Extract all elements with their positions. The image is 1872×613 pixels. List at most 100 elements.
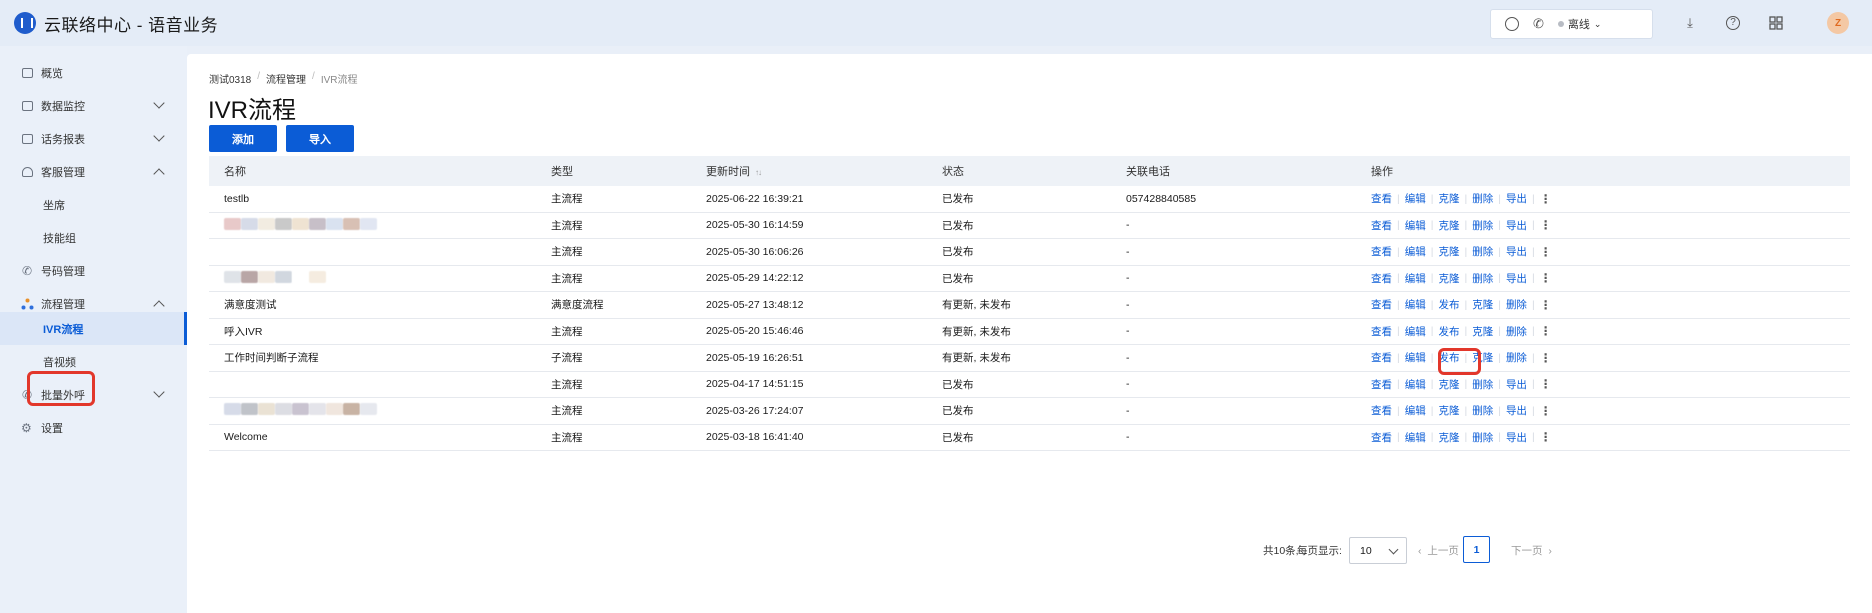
action-link[interactable]: 克隆 <box>1438 244 1459 259</box>
sidebar-item-agents[interactable]: 坐席 <box>0 188 187 221</box>
action-link[interactable]: 编辑 <box>1405 191 1426 206</box>
app-logo[interactable]: 云联络中心 - 语音业务 <box>14 11 218 36</box>
chevron-up-icon <box>153 300 165 312</box>
flow-status: 已发布 <box>942 405 974 418</box>
sidebar-item-skill-groups[interactable]: 技能组 <box>0 221 187 254</box>
action-link[interactable]: 查看 <box>1371 244 1392 259</box>
action-link[interactable]: 编辑 <box>1405 324 1426 339</box>
action-link[interactable]: 删除 <box>1506 324 1527 339</box>
action-link[interactable]: 编辑 <box>1405 297 1426 312</box>
page-number-current[interactable]: 1 <box>1463 536 1490 563</box>
action-link[interactable]: 删除 <box>1506 350 1527 365</box>
action-link[interactable]: 删除 <box>1472 377 1493 392</box>
action-link[interactable]: 克隆 <box>1438 403 1459 418</box>
download-icon[interactable]: ⤓ <box>1683 16 1697 30</box>
sidebar-item-call-reports[interactable]: 话务报表 <box>0 122 187 155</box>
redacted-name-block <box>224 403 241 416</box>
redacted-name-block <box>309 403 326 416</box>
column-header-phone: 关联电话 <box>1126 166 1170 178</box>
action-link[interactable]: 克隆 <box>1438 377 1459 392</box>
more-actions-icon[interactable]: ⋮ <box>1540 352 1552 364</box>
more-actions-icon[interactable]: ⋮ <box>1540 193 1552 205</box>
user-avatar[interactable]: Z <box>1827 12 1849 34</box>
more-actions-icon[interactable]: ⋮ <box>1540 272 1552 284</box>
chevron-down-icon <box>1388 544 1399 555</box>
action-link[interactable]: 导出 <box>1506 218 1527 233</box>
action-link[interactable]: 编辑 <box>1405 218 1426 233</box>
add-button[interactable]: 添加 <box>209 125 277 152</box>
action-link[interactable]: 导出 <box>1506 244 1527 259</box>
action-link[interactable]: 删除 <box>1472 218 1493 233</box>
next-page-button[interactable]: 下一页 › <box>1511 543 1552 558</box>
action-link[interactable]: 查看 <box>1371 350 1392 365</box>
column-header-update-time[interactable]: 更新时间 ↑↓ <box>706 163 762 179</box>
flow-type: 主流程 <box>551 431 583 444</box>
action-link[interactable]: 导出 <box>1506 191 1527 206</box>
chat-icon[interactable] <box>1505 17 1519 31</box>
table-row: 呼入IVR 主流程 2025-05-20 15:46:46 有更新, 未发布 - 查看 | 编… <box>209 319 1850 345</box>
sidebar-item-number-mgmt[interactable]: ✆ 号码管理 <box>0 254 187 287</box>
action-separator: | <box>1498 245 1501 258</box>
more-actions-icon[interactable]: ⋮ <box>1540 378 1552 390</box>
logo-icon <box>14 12 36 34</box>
action-link[interactable]: 删除 <box>1472 244 1493 259</box>
action-link[interactable]: 查看 <box>1371 403 1392 418</box>
action-link[interactable]: 删除 <box>1472 191 1493 206</box>
action-link[interactable]: 查看 <box>1371 271 1392 286</box>
action-link[interactable]: 查看 <box>1371 297 1392 312</box>
action-link[interactable]: 删除 <box>1506 297 1527 312</box>
action-link[interactable]: 克隆 <box>1438 218 1459 233</box>
action-separator: | <box>1430 192 1434 205</box>
action-link[interactable]: 编辑 <box>1405 430 1426 445</box>
action-link[interactable]: 查看 <box>1371 430 1392 445</box>
action-link[interactable]: 编辑 <box>1405 377 1426 392</box>
action-link[interactable]: 导出 <box>1506 377 1527 392</box>
more-actions-icon[interactable]: ⋮ <box>1540 325 1552 337</box>
flow-status: 有更新, 未发布 <box>942 352 1011 365</box>
more-actions-icon[interactable]: ⋮ <box>1540 246 1552 258</box>
action-link[interactable]: 克隆 <box>1472 324 1493 339</box>
flow-type: 主流程 <box>551 219 583 232</box>
sidebar-item-service-mgmt[interactable]: 客服管理 <box>0 155 187 188</box>
action-link[interactable]: 查看 <box>1371 218 1392 233</box>
action-link[interactable]: 发布 <box>1438 297 1459 312</box>
flow-name: Welcome <box>224 431 268 444</box>
action-link[interactable]: 发布 <box>1438 324 1459 339</box>
more-actions-icon[interactable]: ⋮ <box>1540 405 1552 417</box>
action-link[interactable]: 克隆 <box>1438 271 1459 286</box>
action-separator: | <box>1397 325 1400 338</box>
phone-icon[interactable]: ✆ <box>1533 16 1544 32</box>
sidebar-item-settings[interactable]: ⚙ 设置 <box>0 411 187 444</box>
more-actions-icon[interactable]: ⋮ <box>1540 219 1552 231</box>
action-link[interactable]: 克隆 <box>1438 191 1459 206</box>
sort-icon[interactable]: ↑↓ <box>755 168 762 177</box>
breadcrumb-item[interactable]: 测试0318 <box>209 71 251 86</box>
sidebar-item-ivr-flow[interactable]: IVR流程 <box>0 312 187 345</box>
action-link[interactable]: 导出 <box>1506 271 1527 286</box>
action-link[interactable]: 编辑 <box>1405 403 1426 418</box>
status-dropdown[interactable]: 离线 ⌄ <box>1557 16 1601 32</box>
action-link[interactable]: 删除 <box>1472 430 1493 445</box>
action-link[interactable]: 导出 <box>1506 403 1527 418</box>
action-link[interactable]: 删除 <box>1472 271 1493 286</box>
help-icon[interactable]: ? <box>1726 16 1740 30</box>
action-link[interactable]: 导出 <box>1506 430 1527 445</box>
action-link[interactable]: 编辑 <box>1405 350 1426 365</box>
prev-page-button[interactable]: ‹ 上一页 <box>1418 543 1459 558</box>
sidebar-item-data-monitor[interactable]: 数据监控 <box>0 89 187 122</box>
breadcrumb-item[interactable]: 流程管理 <box>266 71 306 86</box>
action-link[interactable]: 克隆 <box>1472 297 1493 312</box>
action-link[interactable]: 查看 <box>1371 324 1392 339</box>
sidebar-item-overview[interactable]: 概览 <box>0 56 187 89</box>
grid-icon[interactable] <box>1769 16 1783 30</box>
per-page-select[interactable]: 10 <box>1349 537 1407 564</box>
action-link[interactable]: 查看 <box>1371 377 1392 392</box>
import-button[interactable]: 导入 <box>286 125 354 152</box>
more-actions-icon[interactable]: ⋮ <box>1540 299 1552 311</box>
more-actions-icon[interactable]: ⋮ <box>1540 431 1552 443</box>
action-link[interactable]: 克隆 <box>1438 430 1459 445</box>
action-link[interactable]: 查看 <box>1371 191 1392 206</box>
action-link[interactable]: 编辑 <box>1405 244 1426 259</box>
action-link[interactable]: 编辑 <box>1405 271 1426 286</box>
action-link[interactable]: 删除 <box>1472 403 1493 418</box>
